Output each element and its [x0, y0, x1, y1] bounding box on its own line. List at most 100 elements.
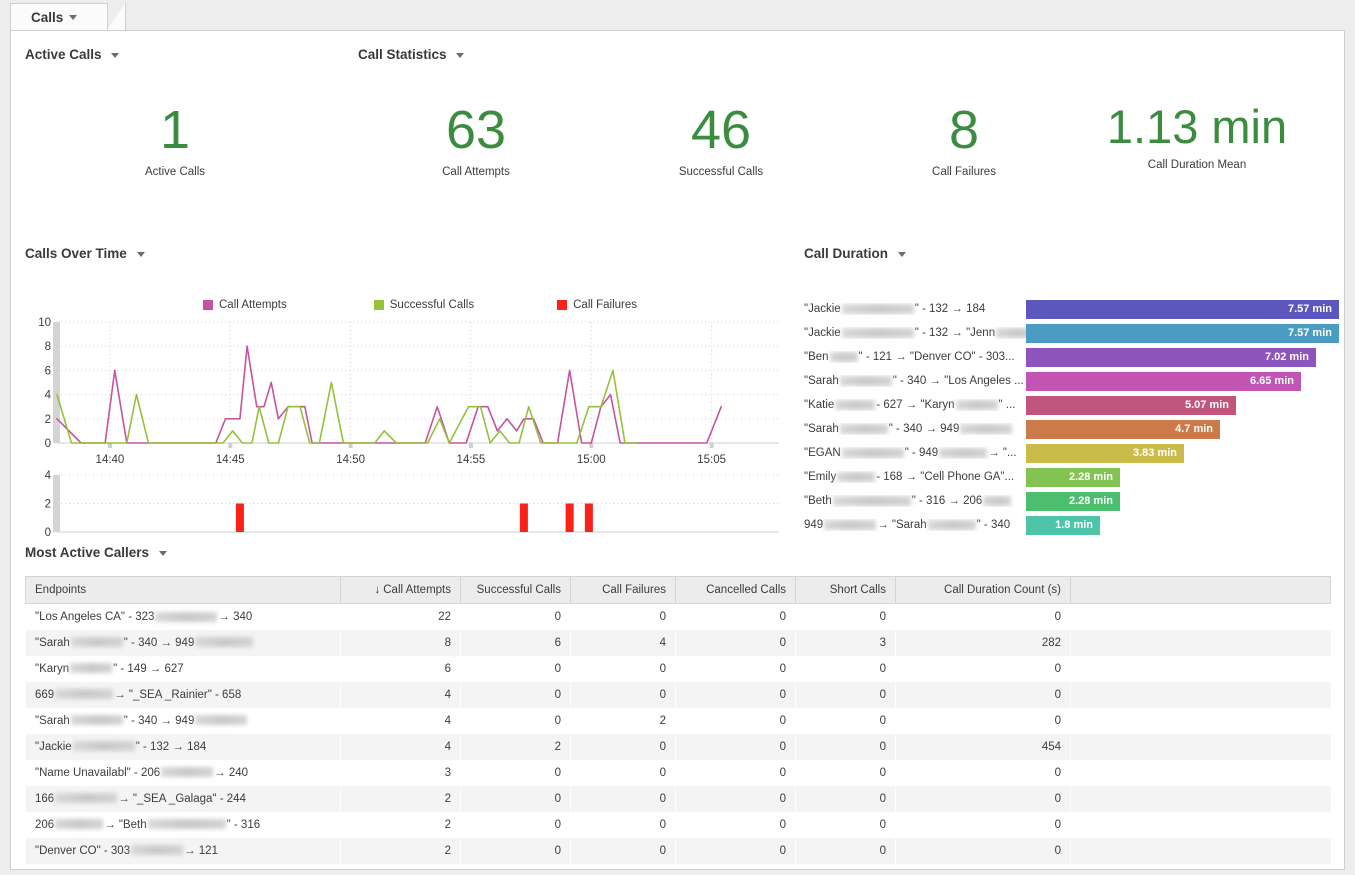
cell-call-duration-count: 0 — [1054, 766, 1061, 779]
chevron-down-icon[interactable] — [69, 15, 78, 20]
cell-short-calls: 0 — [879, 610, 886, 623]
table-row[interactable]: 206 → "Beth " - 316 2 0 0 0 0 0 — [25, 811, 1331, 838]
redacted-text — [70, 637, 123, 648]
call-duration-row[interactable]: "EGAN " - 949 → "... 3.83 min — [804, 441, 1344, 465]
legend-label: Successful Calls — [389, 299, 475, 311]
chevron-down-icon[interactable] — [111, 52, 120, 58]
table-body: "Los Angeles CA" - 323 → 340 22 0 0 0 0 0 "Sarah… — [25, 603, 1331, 864]
column-header-call-failures[interactable]: Call Failures — [570, 576, 676, 604]
most-active-callers-panel-title[interactable]: Most Active Callers — [25, 545, 167, 560]
call-duration-bar[interactable]: 2.28 min — [1026, 491, 1120, 511]
column-header-call-duration-count-s[interactable]: Call Duration Count (s) — [895, 576, 1071, 604]
table-row[interactable]: "Sarah " - 340 → 949 4 0 2 0 0 0 — [25, 707, 1331, 734]
kpi-label: Call Failures — [932, 166, 996, 178]
cell-successful-calls: 0 — [554, 610, 561, 623]
call-duration-bar-track: 7.57 min — [1026, 299, 1344, 319]
call-duration-row[interactable]: "Beth " - 316 → 206 2.28 min — [804, 489, 1344, 513]
table-row[interactable]: "Jackie " - 132 → 184 4 2 0 0 0 454 — [25, 733, 1331, 760]
cell-spacer — [1071, 786, 1331, 812]
legend-swatch — [373, 300, 384, 310]
svg-text:14:45: 14:45 — [216, 454, 245, 466]
table-row[interactable]: "Sarah " - 340 → 949 8 6 4 0 3 282 — [25, 629, 1331, 656]
column-header-successful-calls[interactable]: Successful Calls — [460, 576, 571, 604]
label-text: "Name Unavailabl" - 206 — [35, 766, 161, 779]
call-duration-row[interactable]: 949 → "Sarah " - 340 1.8 min — [804, 513, 1344, 537]
call-duration-panel-title[interactable]: Call Duration — [804, 246, 906, 261]
cell-short-calls: 3 — [879, 636, 886, 649]
calls-over-time-panel-title[interactable]: Calls Over Time — [25, 246, 145, 261]
cell-spacer — [1071, 708, 1331, 734]
call-duration-row[interactable]: "Sarah " - 340 → "Los Angeles ... 6.65 min — [804, 369, 1344, 393]
call-duration-bar[interactable]: 6.65 min — [1026, 371, 1301, 391]
call-duration-bar[interactable]: 5.07 min — [1026, 395, 1236, 415]
call-duration-bar[interactable]: 2.28 min — [1026, 467, 1120, 487]
table-row[interactable]: "Denver CO" - 303 → 121 2 0 0 0 0 0 — [25, 837, 1331, 864]
call-duration-bar[interactable]: 3.83 min — [1026, 443, 1184, 463]
cell-successful-calls: 0 — [554, 818, 561, 831]
cell-call-duration-count: 0 — [1054, 688, 1061, 701]
column-header-label: Endpoints — [35, 584, 87, 596]
chevron-down-icon[interactable] — [136, 251, 145, 257]
call-duration-row[interactable]: "Katie - 627 → "Karyn " ... 5.07 min — [804, 393, 1344, 417]
call-duration-row[interactable]: "Jackie " - 132 → 184 7.57 min — [804, 297, 1344, 321]
table-row[interactable]: "Name Unavailabl" - 206 → 240 3 0 0 0 0 0 — [25, 759, 1331, 786]
kpi-label: Call Attempts — [442, 166, 510, 178]
calls-over-time-chart[interactable]: 0 2 4 6 8 10 14:40 14:45 14:50 14:55 15:00 15:05 — [25, 316, 785, 471]
redacted-text — [55, 819, 104, 830]
column-header-short-calls[interactable]: Short Calls — [795, 576, 896, 604]
column-header-cancelled-calls[interactable]: Cancelled Calls — [675, 576, 796, 604]
kpi-call-failures: 8 Call Failures — [854, 103, 1074, 178]
svg-text:15:00: 15:00 — [577, 454, 606, 466]
label-text: " - 340 → "Los Angeles ... — [892, 375, 1024, 387]
label-text: " ... — [998, 399, 1016, 411]
svg-text:14:55: 14:55 — [457, 454, 486, 466]
call-statistics-panel-title[interactable]: Call Statistics — [358, 47, 465, 62]
call-duration-bar[interactable]: 7.02 min — [1026, 347, 1316, 367]
label-text: "Sarah — [804, 423, 839, 435]
redacted-text — [70, 663, 113, 674]
redacted-text — [147, 819, 226, 830]
legend-item-successful-calls[interactable]: Successful Calls — [373, 299, 475, 311]
call-duration-row[interactable]: "Emily - 168 → "Cell Phone GA"... 2.28 min — [804, 465, 1344, 489]
label-text: → 240 — [214, 766, 249, 779]
call-duration-row[interactable]: "Jackie " - 132 → "Jenn 7.57 min — [804, 321, 1344, 345]
table-row[interactable]: "Karyn " - 149 → 627 6 0 0 0 0 0 — [25, 655, 1331, 682]
chevron-down-icon[interactable] — [456, 52, 465, 58]
label-text: "Los Angeles CA" - 323 — [35, 610, 155, 623]
redacted-text — [835, 399, 876, 410]
call-duration-bar[interactable]: 1.8 min — [1026, 515, 1100, 535]
label-text: "Sarah — [35, 714, 70, 727]
legend-label: Call Attempts — [219, 299, 287, 311]
chevron-down-icon[interactable] — [158, 550, 167, 556]
redacted-text — [829, 351, 858, 362]
column-header-spacer — [1070, 576, 1331, 604]
column-header-call-attempts[interactable]: ↓ Call Attempts — [340, 576, 461, 604]
label-text: "Jackie — [35, 740, 72, 753]
table-row[interactable]: 166 → "_SEA _Galaga" - 244 2 0 0 0 0 0 — [25, 785, 1331, 812]
tab-calls[interactable]: Calls — [10, 3, 109, 31]
call-duration-bar-track: 7.02 min — [1026, 347, 1344, 367]
label-text: " - 949 — [904, 447, 939, 459]
call-duration-row[interactable]: "Sarah " - 340 → 949 4.7 min — [804, 417, 1344, 441]
dashboard-panel: Active Calls Call Statistics 1 Active Ca… — [10, 30, 1345, 870]
svg-text:0: 0 — [45, 438, 51, 450]
call-duration-bar-list: "Jackie " - 132 → 184 7.57 min "Jackie " - 1… — [804, 297, 1344, 537]
call-failures-chart[interactable]: 0 2 4 — [25, 469, 785, 544]
legend-item-call-failures[interactable]: Call Failures — [557, 299, 637, 311]
call-duration-bar[interactable]: 7.57 min — [1026, 299, 1339, 319]
column-header-endpoints[interactable]: Endpoints — [25, 576, 341, 604]
table-row[interactable]: 669 → "_SEA _Rainier" - 658 4 0 0 0 0 0 — [25, 681, 1331, 708]
redacted-text — [55, 689, 114, 700]
table-row[interactable]: "Los Angeles CA" - 323 → 340 22 0 0 0 0 0 — [25, 603, 1331, 630]
call-duration-bar[interactable]: 4.7 min — [1026, 419, 1220, 439]
cell-call-failures: 0 — [659, 844, 666, 857]
redacted-text — [155, 611, 218, 622]
cell-endpoints: "Karyn " - 149 → 627 — [26, 656, 341, 682]
call-duration-bar[interactable]: 7.57 min — [1026, 323, 1339, 343]
active-calls-panel-title[interactable]: Active Calls — [25, 47, 120, 62]
call-duration-value: 7.57 min — [1287, 327, 1332, 339]
call-duration-row[interactable]: "Ben " - 121 → "Denver CO" - 303... 7.02 m… — [804, 345, 1344, 369]
cell-short-calls: 0 — [879, 714, 886, 727]
chevron-down-icon[interactable] — [897, 251, 906, 257]
legend-item-call-attempts[interactable]: Call Attempts — [203, 299, 287, 311]
